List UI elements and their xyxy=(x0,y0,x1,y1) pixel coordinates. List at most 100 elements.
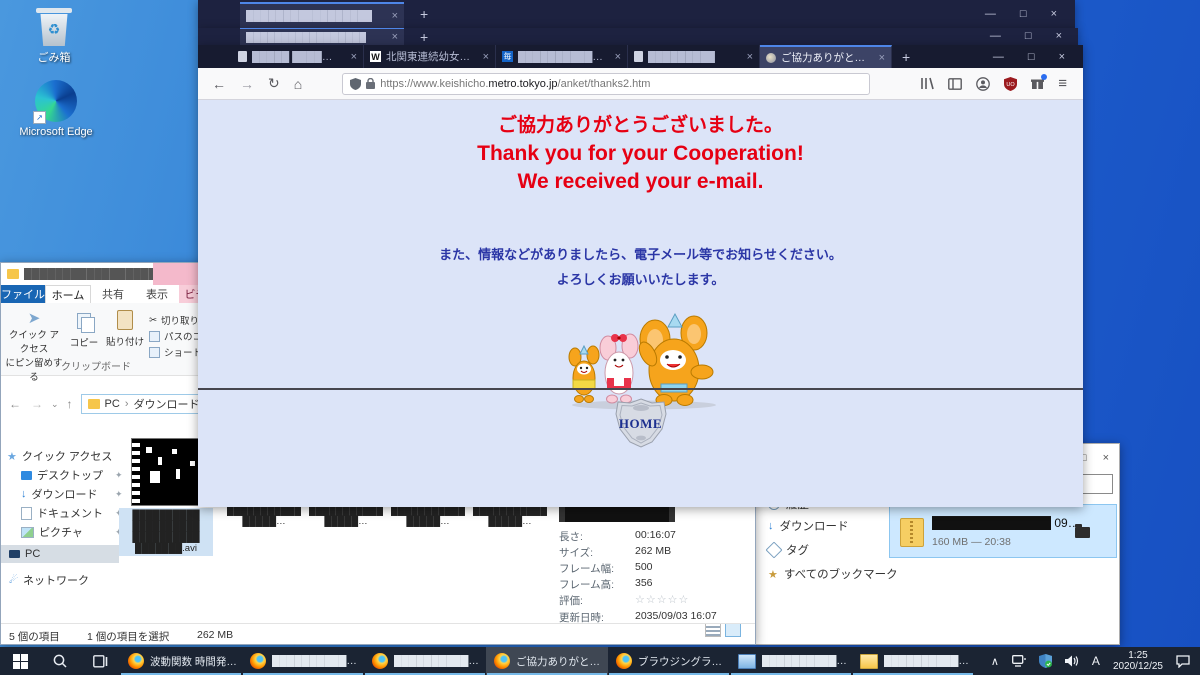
forward-icon[interactable]: → xyxy=(240,76,254,92)
ribbon-tab-share[interactable]: 共有 xyxy=(91,285,135,303)
tab-close-icon[interactable]: × xyxy=(345,51,357,63)
sidebar-item-quick-access[interactable]: ★ クイック アクセス xyxy=(7,447,117,465)
sidebar-item-pictures[interactable]: ピクチャ ✦ xyxy=(21,523,131,541)
task-view-button[interactable] xyxy=(80,647,120,675)
breadcrumb-pc[interactable]: PC xyxy=(105,398,120,410)
recycle-bin-label: ごみ箱 xyxy=(26,49,82,65)
taskbar-search-button[interactable] xyxy=(40,647,80,675)
shortcut-arrow-icon: ↗ xyxy=(33,111,46,124)
taskbar-app-folder[interactable]: ████████████… xyxy=(852,647,974,675)
desktop-icon-edge[interactable]: ↗ Microsoft Edge xyxy=(16,80,96,138)
tab-close-icon[interactable]: × xyxy=(386,31,398,43)
edge-label: Microsoft Edge xyxy=(16,126,96,138)
library-item-tags[interactable]: タグ xyxy=(768,542,809,558)
new-tab-button[interactable]: + xyxy=(902,49,910,65)
file-label[interactable]: ███████████ █████… xyxy=(388,505,468,527)
ribbon-tab-file[interactable]: ファイル xyxy=(1,285,45,303)
tag-icon xyxy=(766,542,783,559)
tracking-shield-icon[interactable] xyxy=(350,78,361,90)
ribbon-tab-view[interactable]: 表示 xyxy=(135,285,179,303)
tab-close-icon[interactable]: × xyxy=(741,51,753,63)
clipboard-group-label: クリップボード xyxy=(1,358,191,373)
sidebar-item-documents[interactable]: ドキュメント ✦ xyxy=(21,504,131,522)
download-list-item[interactable]: ██████████████ 09.zip 160 MB — 20:38 xyxy=(889,504,1117,558)
explorer-statusbar: 5 個の項目 1 個の項目を選択 262 MB xyxy=(1,623,755,647)
maximize-button[interactable]: □ xyxy=(1025,30,1032,42)
url-bar[interactable]: https://www.keishicho.metro.tokyo.jp/ank… xyxy=(342,73,870,95)
maximize-button[interactable]: □ xyxy=(1020,8,1027,20)
new-tab-button[interactable]: + xyxy=(420,6,428,22)
detail-rating-stars[interactable]: ☆☆☆☆☆ xyxy=(635,593,689,606)
taskbar-app-firefox-2[interactable]: ████████████… xyxy=(242,647,364,675)
tab-title: █████████████████ xyxy=(246,10,372,22)
taskbar-app-firefox-active[interactable]: ご協力ありがとうござ… xyxy=(486,647,608,675)
sidebar-item-pc[interactable]: PC xyxy=(1,545,119,563)
up-icon[interactable]: ↑ xyxy=(67,397,73,411)
tab-4[interactable]: █████████ × xyxy=(628,45,760,68)
background-tab-1[interactable]: █████████████████ × xyxy=(240,2,404,28)
taskbar-app-firefox-library[interactable]: ブラウジングライブラリー xyxy=(608,647,730,675)
ime-indicator[interactable]: A xyxy=(1092,654,1100,668)
tab-close-icon[interactable]: × xyxy=(477,51,489,63)
home-button[interactable]: HOME xyxy=(198,398,1083,448)
ribbon-tab-home[interactable]: ホーム xyxy=(45,285,91,303)
tab-3[interactable]: 毎 █████████████ × xyxy=(496,45,628,68)
minimize-button[interactable]: — xyxy=(993,51,1004,63)
breadcrumb-downloads[interactable]: ダウンロード xyxy=(134,396,200,412)
whats-new-gift-icon[interactable] xyxy=(1031,77,1044,90)
maximize-button[interactable]: □ xyxy=(1028,51,1035,63)
tab-close-icon[interactable]: × xyxy=(386,10,398,22)
account-icon[interactable] xyxy=(976,77,990,91)
forward-icon[interactable]: → xyxy=(31,397,43,411)
close-button[interactable]: × xyxy=(1056,30,1062,42)
video-thumbnail[interactable] xyxy=(131,438,203,506)
close-button[interactable]: × xyxy=(1059,51,1065,63)
tray-chevron-up-icon[interactable]: ∧ xyxy=(991,655,999,668)
sidebar-item-downloads[interactable]: ↓ ダウンロード ✦ xyxy=(21,485,131,503)
action-center-icon[interactable] xyxy=(1176,655,1190,668)
tab-1[interactable]: █████ ███████ × xyxy=(232,45,364,68)
minimize-button[interactable]: — xyxy=(985,8,996,20)
taskbar-app-firefox-1[interactable]: 波動関数 時間発展 ... xyxy=(120,647,242,675)
library-item-bookmarks[interactable]: ★ すべてのブックマーク xyxy=(768,566,898,582)
network-icon[interactable] xyxy=(1012,655,1026,667)
quick-access-star-icon: ★ xyxy=(7,450,17,463)
file-label-selected[interactable]: ██████████ ██████████ ██████████ ███████… xyxy=(119,508,213,556)
sidebar-toggle-icon[interactable] xyxy=(948,78,962,90)
menu-icon[interactable]: ≡ xyxy=(1058,75,1067,92)
file-label[interactable]: ███████████ █████… xyxy=(470,505,550,527)
file-label[interactable]: ███████████ █████… xyxy=(224,505,304,527)
tab-active-police-thanks[interactable]: ご協力ありがとうございまし × xyxy=(760,45,892,68)
reload-icon[interactable]: ↻ xyxy=(268,75,280,92)
close-button[interactable]: × xyxy=(1051,8,1057,20)
close-button[interactable]: × xyxy=(1103,452,1109,464)
dropdown-icon[interactable]: ⌄ xyxy=(51,399,59,410)
tab-close-icon[interactable]: × xyxy=(609,51,621,63)
taskbar-clock[interactable]: 1:25 2020/12/25 xyxy=(1113,650,1163,672)
sidebar-item-network[interactable]: ☄ ネットワーク xyxy=(9,571,119,589)
sidebar-item-desktop[interactable]: デスクトップ ✦ xyxy=(21,466,131,484)
explorer-title: █████████████████ xyxy=(24,268,157,280)
file-label[interactable]: ███████████ █████… xyxy=(306,505,386,527)
new-tab-button[interactable]: + xyxy=(420,29,428,45)
cut-button[interactable]: ✂ 切り取り xyxy=(149,313,199,327)
back-icon[interactable]: ← xyxy=(9,397,21,411)
tab-close-icon[interactable]: × xyxy=(873,52,885,64)
speaker-icon[interactable] xyxy=(1065,655,1079,667)
copy-button[interactable]: コピー xyxy=(67,313,101,349)
background-tab-2[interactable]: █████████████████ × xyxy=(240,28,404,45)
desktop-icon-recycle-bin[interactable]: ♻ ごみ箱 xyxy=(26,8,82,65)
library-item-downloads[interactable]: ↓ ダウンロード xyxy=(768,518,849,534)
paste-button[interactable]: 貼り付け xyxy=(105,310,145,348)
start-button[interactable] xyxy=(0,647,40,675)
minimize-button[interactable]: — xyxy=(990,30,1001,42)
ublock-shield-icon[interactable]: UO xyxy=(1004,77,1017,91)
taskbar-app-firefox-3[interactable]: ████████████… xyxy=(364,647,486,675)
windows-security-icon[interactable] xyxy=(1039,654,1052,668)
open-containing-folder-icon[interactable] xyxy=(1075,527,1090,538)
library-icon[interactable] xyxy=(920,77,934,90)
tab-2[interactable]: W 北関東連続幼女誘拐殺… × xyxy=(364,45,496,68)
taskbar-app-explorer[interactable]: ████████████… xyxy=(730,647,852,675)
home-icon[interactable]: ⌂ xyxy=(294,76,302,92)
back-icon[interactable]: ← xyxy=(212,76,226,92)
